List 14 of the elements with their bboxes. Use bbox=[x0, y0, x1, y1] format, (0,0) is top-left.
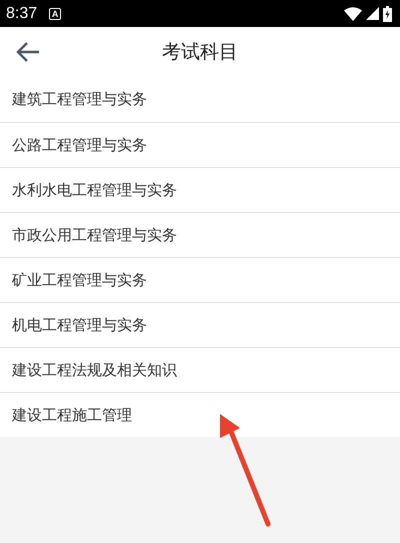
notification-glyph: A bbox=[49, 8, 62, 20]
wifi-icon bbox=[344, 6, 362, 20]
subject-item[interactable]: 公路工程管理与实务 bbox=[0, 122, 400, 167]
subject-item[interactable]: 矿业工程管理与实务 bbox=[0, 257, 400, 302]
status-time: 8:37 bbox=[6, 4, 38, 22]
subject-item[interactable]: 建筑工程管理与实务 bbox=[0, 77, 400, 122]
battery-icon bbox=[383, 6, 392, 22]
subject-item[interactable]: 建设工程法规及相关知识 bbox=[0, 347, 400, 392]
signal-icon bbox=[366, 7, 379, 20]
subject-item[interactable]: 机电工程管理与实务 bbox=[0, 302, 400, 347]
subject-item[interactable]: 水利水电工程管理与实务 bbox=[0, 167, 400, 212]
subject-item[interactable]: 市政公用工程管理与实务 bbox=[0, 212, 400, 257]
back-arrow-icon bbox=[16, 42, 40, 62]
page-title: 考试科目 bbox=[162, 40, 238, 65]
